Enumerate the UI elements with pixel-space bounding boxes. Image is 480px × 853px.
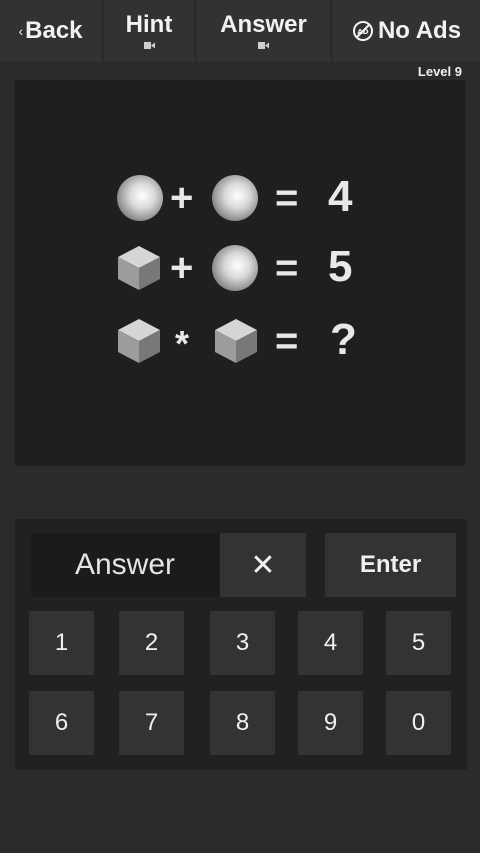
digit-key-0[interactable]: 0 xyxy=(386,691,451,755)
video-icon xyxy=(258,41,269,49)
sphere-icon xyxy=(212,245,258,291)
svg-text:AD: AD xyxy=(357,28,368,36)
level-indicator: Level 9 xyxy=(417,64,462,79)
digit-key-5[interactable]: 5 xyxy=(386,611,451,675)
hint-button[interactable]: Hint xyxy=(104,0,194,62)
digit-key-9[interactable]: 9 xyxy=(298,691,363,755)
no-ads-button[interactable]: AD No Ads xyxy=(333,0,480,62)
operator: * xyxy=(175,323,190,364)
answer-button[interactable]: Answer xyxy=(197,0,330,62)
sphere-icon xyxy=(117,175,163,221)
digit-key-2[interactable]: 2 xyxy=(119,611,184,675)
answer-label: Answer xyxy=(220,11,307,38)
no-ads-icon: AD xyxy=(352,20,374,42)
equals-sign: = xyxy=(275,246,299,290)
result-value: 5 xyxy=(328,242,353,291)
digit-key-6[interactable]: 6 xyxy=(29,691,94,755)
back-button[interactable]: ‹ Back xyxy=(0,0,101,62)
video-icon xyxy=(143,41,155,49)
keypad-panel: Answer ✕ Enter 1 2 3 4 5 6 7 8 9 0 xyxy=(15,519,467,770)
back-label: Back xyxy=(25,17,83,44)
cube-icon xyxy=(118,246,160,290)
equation-row: + = 4 xyxy=(15,172,465,224)
digit-key-7[interactable]: 7 xyxy=(119,691,184,755)
puzzle-panel: + = 4 + = 5 * = ? xyxy=(15,80,465,466)
equals-sign: = xyxy=(275,176,299,220)
equation-row: + = 5 xyxy=(15,242,465,294)
enter-button[interactable]: Enter xyxy=(325,533,456,597)
answer-input[interactable]: Answer xyxy=(31,533,219,597)
hint-label: Hint xyxy=(125,11,173,38)
no-ads-label: No Ads xyxy=(377,17,462,44)
digit-key-3[interactable]: 3 xyxy=(210,611,275,675)
top-bar: ‹ Back Hint Answer AD No Ads xyxy=(0,0,480,62)
operator: + xyxy=(170,176,194,220)
equals-sign: = xyxy=(275,319,299,363)
clear-button[interactable]: ✕ xyxy=(220,533,306,597)
cube-icon xyxy=(215,319,257,363)
digit-key-1[interactable]: 1 xyxy=(29,611,94,675)
operator: + xyxy=(170,246,194,290)
cube-icon xyxy=(118,319,160,363)
result-value: 4 xyxy=(328,172,353,221)
sphere-icon xyxy=(212,175,258,221)
digit-key-8[interactable]: 8 xyxy=(210,691,275,755)
chevron-left-icon: ‹ xyxy=(18,23,24,39)
equation-row: * = ? xyxy=(15,315,465,367)
digit-key-4[interactable]: 4 xyxy=(298,611,363,675)
result-value: ? xyxy=(330,315,357,364)
